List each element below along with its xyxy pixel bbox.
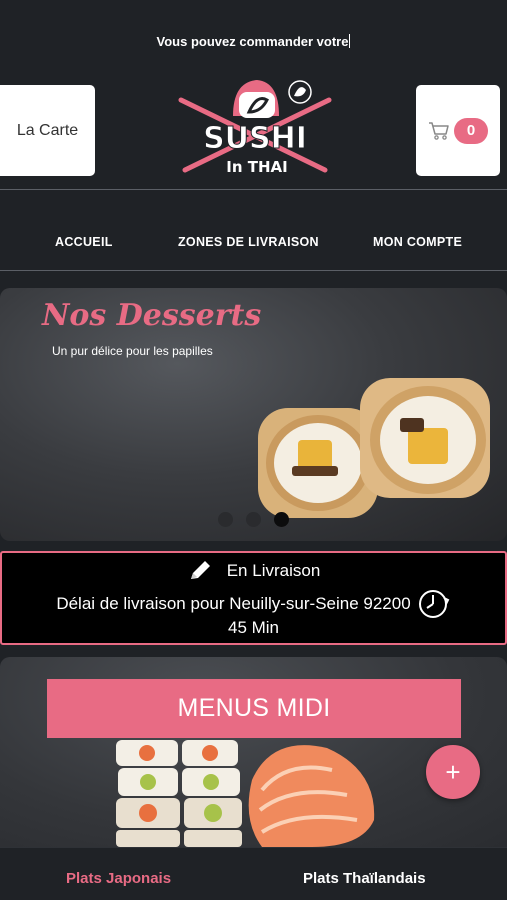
menus-midi-button[interactable]: MENUS MIDI [47,679,461,738]
carousel-dot-2[interactable] [246,512,261,527]
nav-item-mon-compte[interactable]: MON COMPTE [373,235,462,249]
la-carte-label: La Carte [16,121,79,139]
dessert-sushi-image [258,378,490,518]
carousel-dot-1[interactable] [218,512,233,527]
cart-count-badge: 0 [454,117,488,144]
add-button[interactable]: + [426,745,480,799]
nav-item-zones-de-livraison[interactable]: ZONES DE LIVRAISON [178,235,319,249]
delivery-info-box[interactable]: En Livraison Délai de livraison pour Neu… [0,551,507,645]
delivery-delay-value: 45 Min [227,618,280,637]
bottom-tab-bar: Plats Japonais Plats Thaïlandais [0,847,507,900]
tab-plats-thailandais[interactable]: Plats Thaïlandais [303,870,426,887]
banner-subtitle: Un pur délice pour les papilles [52,344,213,358]
delivery-delay-text: Délai de livraison pour Neuilly-sur-Sein… [56,594,411,613]
sushi-in-thai-logo[interactable]: SUSHI In THAI [175,72,335,184]
promo-carousel[interactable]: Nos Desserts Un pur délice pour les papi… [0,288,507,541]
logo-text: SUSHI [203,121,307,156]
sushi-platter-image [116,740,375,847]
nav-item-accueil[interactable]: ACCUEIL [55,235,113,249]
announcement-banner: Vous pouvez commander votre [0,34,507,49]
app-screen: Vous pouvez commander votre La Carte SUS… [0,0,507,900]
main-nav: ACCUEIL ZONES DE LIVRAISON MON COMPTE [0,190,507,270]
shopping-cart-icon [429,121,449,140]
cart-button[interactable]: 0 [416,85,500,176]
announcement-text: Vous pouvez commander votre [156,34,349,49]
nav-divider [0,270,507,271]
text-caret [349,34,351,48]
menus-midi-card[interactable]: MENUS MIDI [0,657,507,847]
tab-plats-japonais[interactable]: Plats Japonais [66,870,171,887]
carousel-dot-3[interactable] [274,512,289,527]
logo-subtext: In THAI [226,158,287,176]
banner-title: Nos Desserts [42,298,262,333]
pencil-icon[interactable] [187,559,213,583]
plus-icon: + [445,756,461,787]
delivery-mode: En Livraison [226,561,321,580]
la-carte-button[interactable]: La Carte [0,85,95,176]
clock-icon [418,590,450,618]
carousel-indicators [218,512,289,527]
